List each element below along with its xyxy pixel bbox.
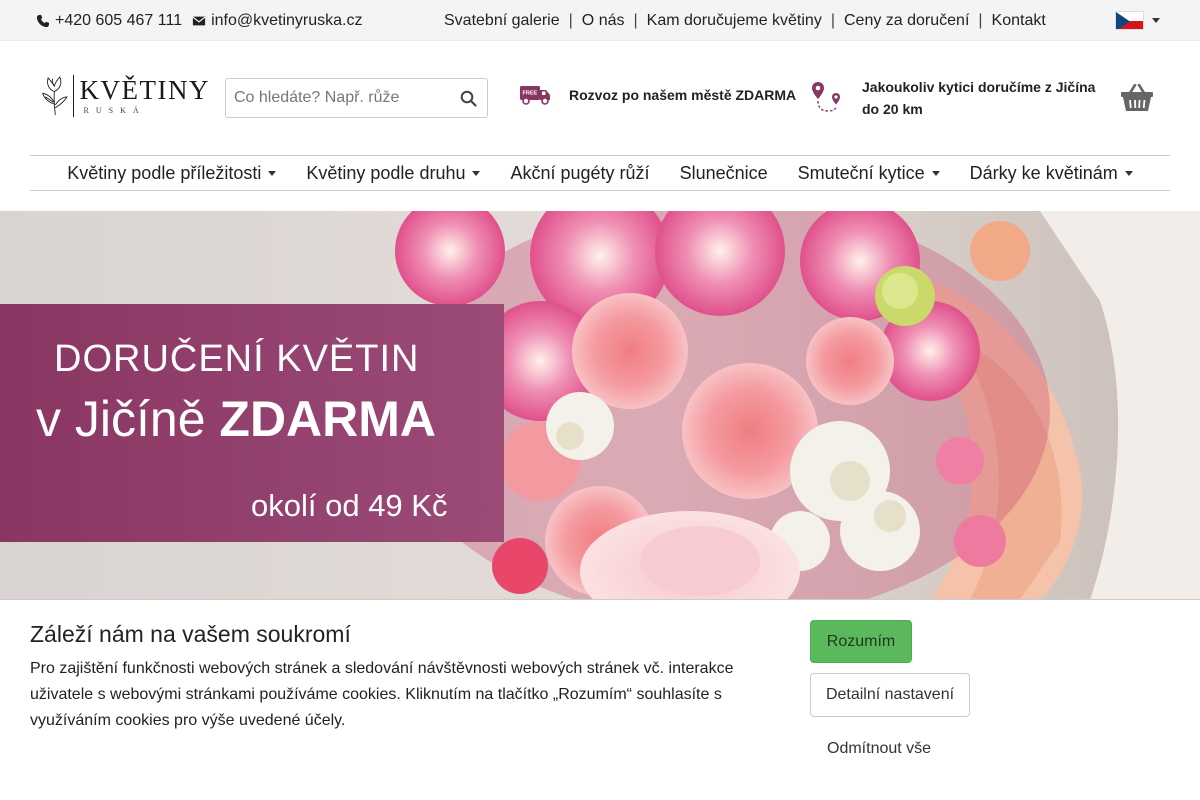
search-icon (460, 90, 477, 107)
link-delivery-prices[interactable]: Ceny za doručení (844, 12, 969, 30)
search-box (225, 78, 488, 118)
promo-free: ZDARMA (219, 391, 437, 447)
logo-subtext: RUSKÁ (83, 106, 146, 115)
phone-number: +420 605 467 111 (55, 11, 183, 29)
envelope-icon (192, 16, 206, 25)
chevron-down-icon (268, 170, 277, 176)
delivery-truck-icon: FREE (520, 86, 550, 105)
logo-divider (72, 75, 74, 117)
cookie-title: Záleží nám na vašem soukromí (30, 621, 351, 647)
link-wedding-gallery[interactable]: Svatební galerie (444, 12, 560, 30)
nav-funeral-wreaths[interactable]: Smuteční kytice (783, 163, 955, 184)
email-link[interactable]: info@kvetinyruska.cz (192, 11, 363, 30)
promo-banner: DORUČENÍ KVĚTIN v Jičíně ZDARMA okolí od… (0, 304, 504, 542)
nav-label: Květiny podle druhu (306, 162, 466, 183)
nav-label: Akční pugéty růží (510, 162, 650, 183)
link-about[interactable]: O nás (582, 12, 625, 30)
email-address: info@kvetinyruska.cz (211, 11, 363, 29)
promo-heading: DORUČENÍ KVĚTIN (54, 338, 420, 380)
language-selector[interactable] (1115, 11, 1160, 30)
top-links: Svatební galerie | O nás | Kam doručujem… (444, 0, 1046, 41)
search-button[interactable] (451, 80, 485, 116)
free-badge: FREE (523, 91, 538, 97)
site-logo[interactable]: KVĚTINY RUSKÁ (40, 73, 210, 119)
nav-occasions[interactable]: Květiny podle příležitosti (52, 163, 291, 184)
top-bar: +420 605 467 111 info@kvetinyruska.cz Sv… (0, 0, 1200, 41)
separator: | (633, 11, 638, 29)
search-input[interactable] (226, 80, 451, 116)
route-pin-icon (812, 82, 840, 112)
separator: | (568, 11, 573, 29)
cart-button[interactable] (1120, 83, 1154, 112)
phone-icon (36, 14, 50, 27)
chevron-down-icon (1124, 170, 1133, 176)
nav-rose-bouquets[interactable]: Akční pugéty růží (495, 163, 664, 184)
accept-cookies-button[interactable]: Rozumím (810, 620, 912, 663)
logo-text: KVĚTINY (79, 75, 210, 105)
free-delivery-text: Rozvoz po našem městě ZDARMA (569, 87, 797, 103)
promo-subheading: v Jičíně ZDARMA (36, 390, 436, 448)
basket-icon (1121, 83, 1153, 111)
phone-link[interactable]: +420 605 467 111 (36, 12, 182, 30)
free-delivery-info: FREE Rozvoz po našem městě ZDARMA (519, 84, 796, 106)
delivery-range-text: Jakoukoliv kytici doručíme z Jičína do 2… (862, 79, 1096, 117)
czech-flag-icon (1115, 11, 1144, 30)
nav-sunflowers[interactable]: Slunečnice (665, 163, 783, 184)
nav-label: Dárky ke květinám (969, 162, 1118, 183)
separator: | (978, 11, 983, 29)
nav-label: Slunečnice (679, 162, 768, 183)
contact-info: +420 605 467 111 info@kvetinyruska.cz (36, 0, 373, 41)
link-delivery-area[interactable]: Kam doručujeme květiny (647, 12, 822, 30)
nav-label: Smuteční kytice (797, 162, 925, 183)
delivery-range-info: Jakoukoliv kytici doručíme z Jičína do 2… (811, 76, 1097, 120)
cookie-settings-button[interactable]: Detailní nastavení (810, 673, 970, 717)
hero-banner[interactable]: DORUČENÍ KVĚTIN v Jičíně ZDARMA okolí od… (0, 211, 1200, 600)
promo-city: v Jičíně (36, 391, 220, 447)
separator: | (830, 11, 835, 29)
main-navigation: Květiny podle příležitosti Květiny podle… (30, 155, 1170, 191)
tulip-logo-icon (42, 76, 68, 115)
chevron-down-icon (1152, 18, 1160, 23)
nav-flower-types[interactable]: Květiny podle druhu (291, 163, 495, 184)
nav-label: Květiny podle příležitosti (67, 162, 262, 183)
promo-price: okolí od 49 Kč (251, 488, 448, 523)
cookie-text: Pro zajištění funkčnosti webových stráne… (30, 660, 734, 729)
cookie-consent-bar: Záleží nám na vašem soukromí Pro zajiště… (0, 599, 1200, 800)
nav-gifts[interactable]: Dárky ke květinám (955, 163, 1148, 184)
chevron-down-icon (472, 170, 481, 176)
chevron-down-icon (931, 170, 940, 176)
link-contact[interactable]: Kontakt (992, 12, 1046, 30)
reject-all-button[interactable]: Odmítnout vše (810, 728, 946, 770)
